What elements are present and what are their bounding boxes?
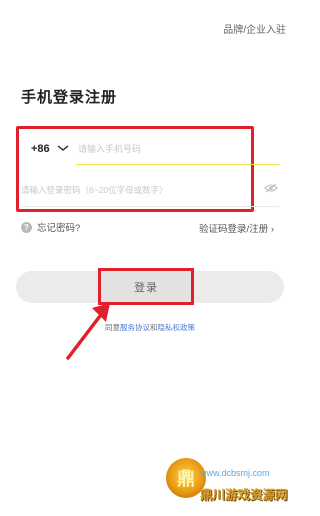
login-button-label: 登录 [134,281,158,294]
page-title: 手机登录注册 [21,89,118,106]
service-agreement-link[interactable]: 服务协议 [120,323,150,332]
watermark-title: 鼎川游戏资源网 [200,488,288,502]
question-icon: ? [21,221,32,233]
forgot-password-label: 忘记密码? [37,223,81,234]
sms-login-link[interactable]: 验证码登录/注册 › [199,221,274,235]
password-underline [21,206,279,207]
forgot-password-link[interactable]: ? 忘记密码? [21,220,80,234]
agreement-line: 同意服务协议和隐私权政策 [0,322,300,333]
agreement-connector: 和 [150,323,158,332]
privacy-policy-link[interactable]: 隐私权政策 [158,323,196,332]
chevron-down-icon[interactable] [56,143,70,153]
country-code-selector[interactable]: +86 [31,143,50,155]
eye-off-icon[interactable] [264,183,278,193]
password-input[interactable] [21,182,241,198]
agreement-prefix: 同意 [105,323,120,332]
input-highlight-box [16,126,254,212]
brand-enterprise-link[interactable]: 品牌/企业入驻 [223,21,286,36]
site-watermark: 鼎 www.dcbsmj.com 鼎川游戏资源网 [160,454,300,516]
phone-underline [76,164,280,165]
phone-input[interactable] [78,141,248,157]
watermark-logo-glyph: 鼎 [177,469,195,489]
watermark-url: www.dcbsmj.com [200,468,270,478]
